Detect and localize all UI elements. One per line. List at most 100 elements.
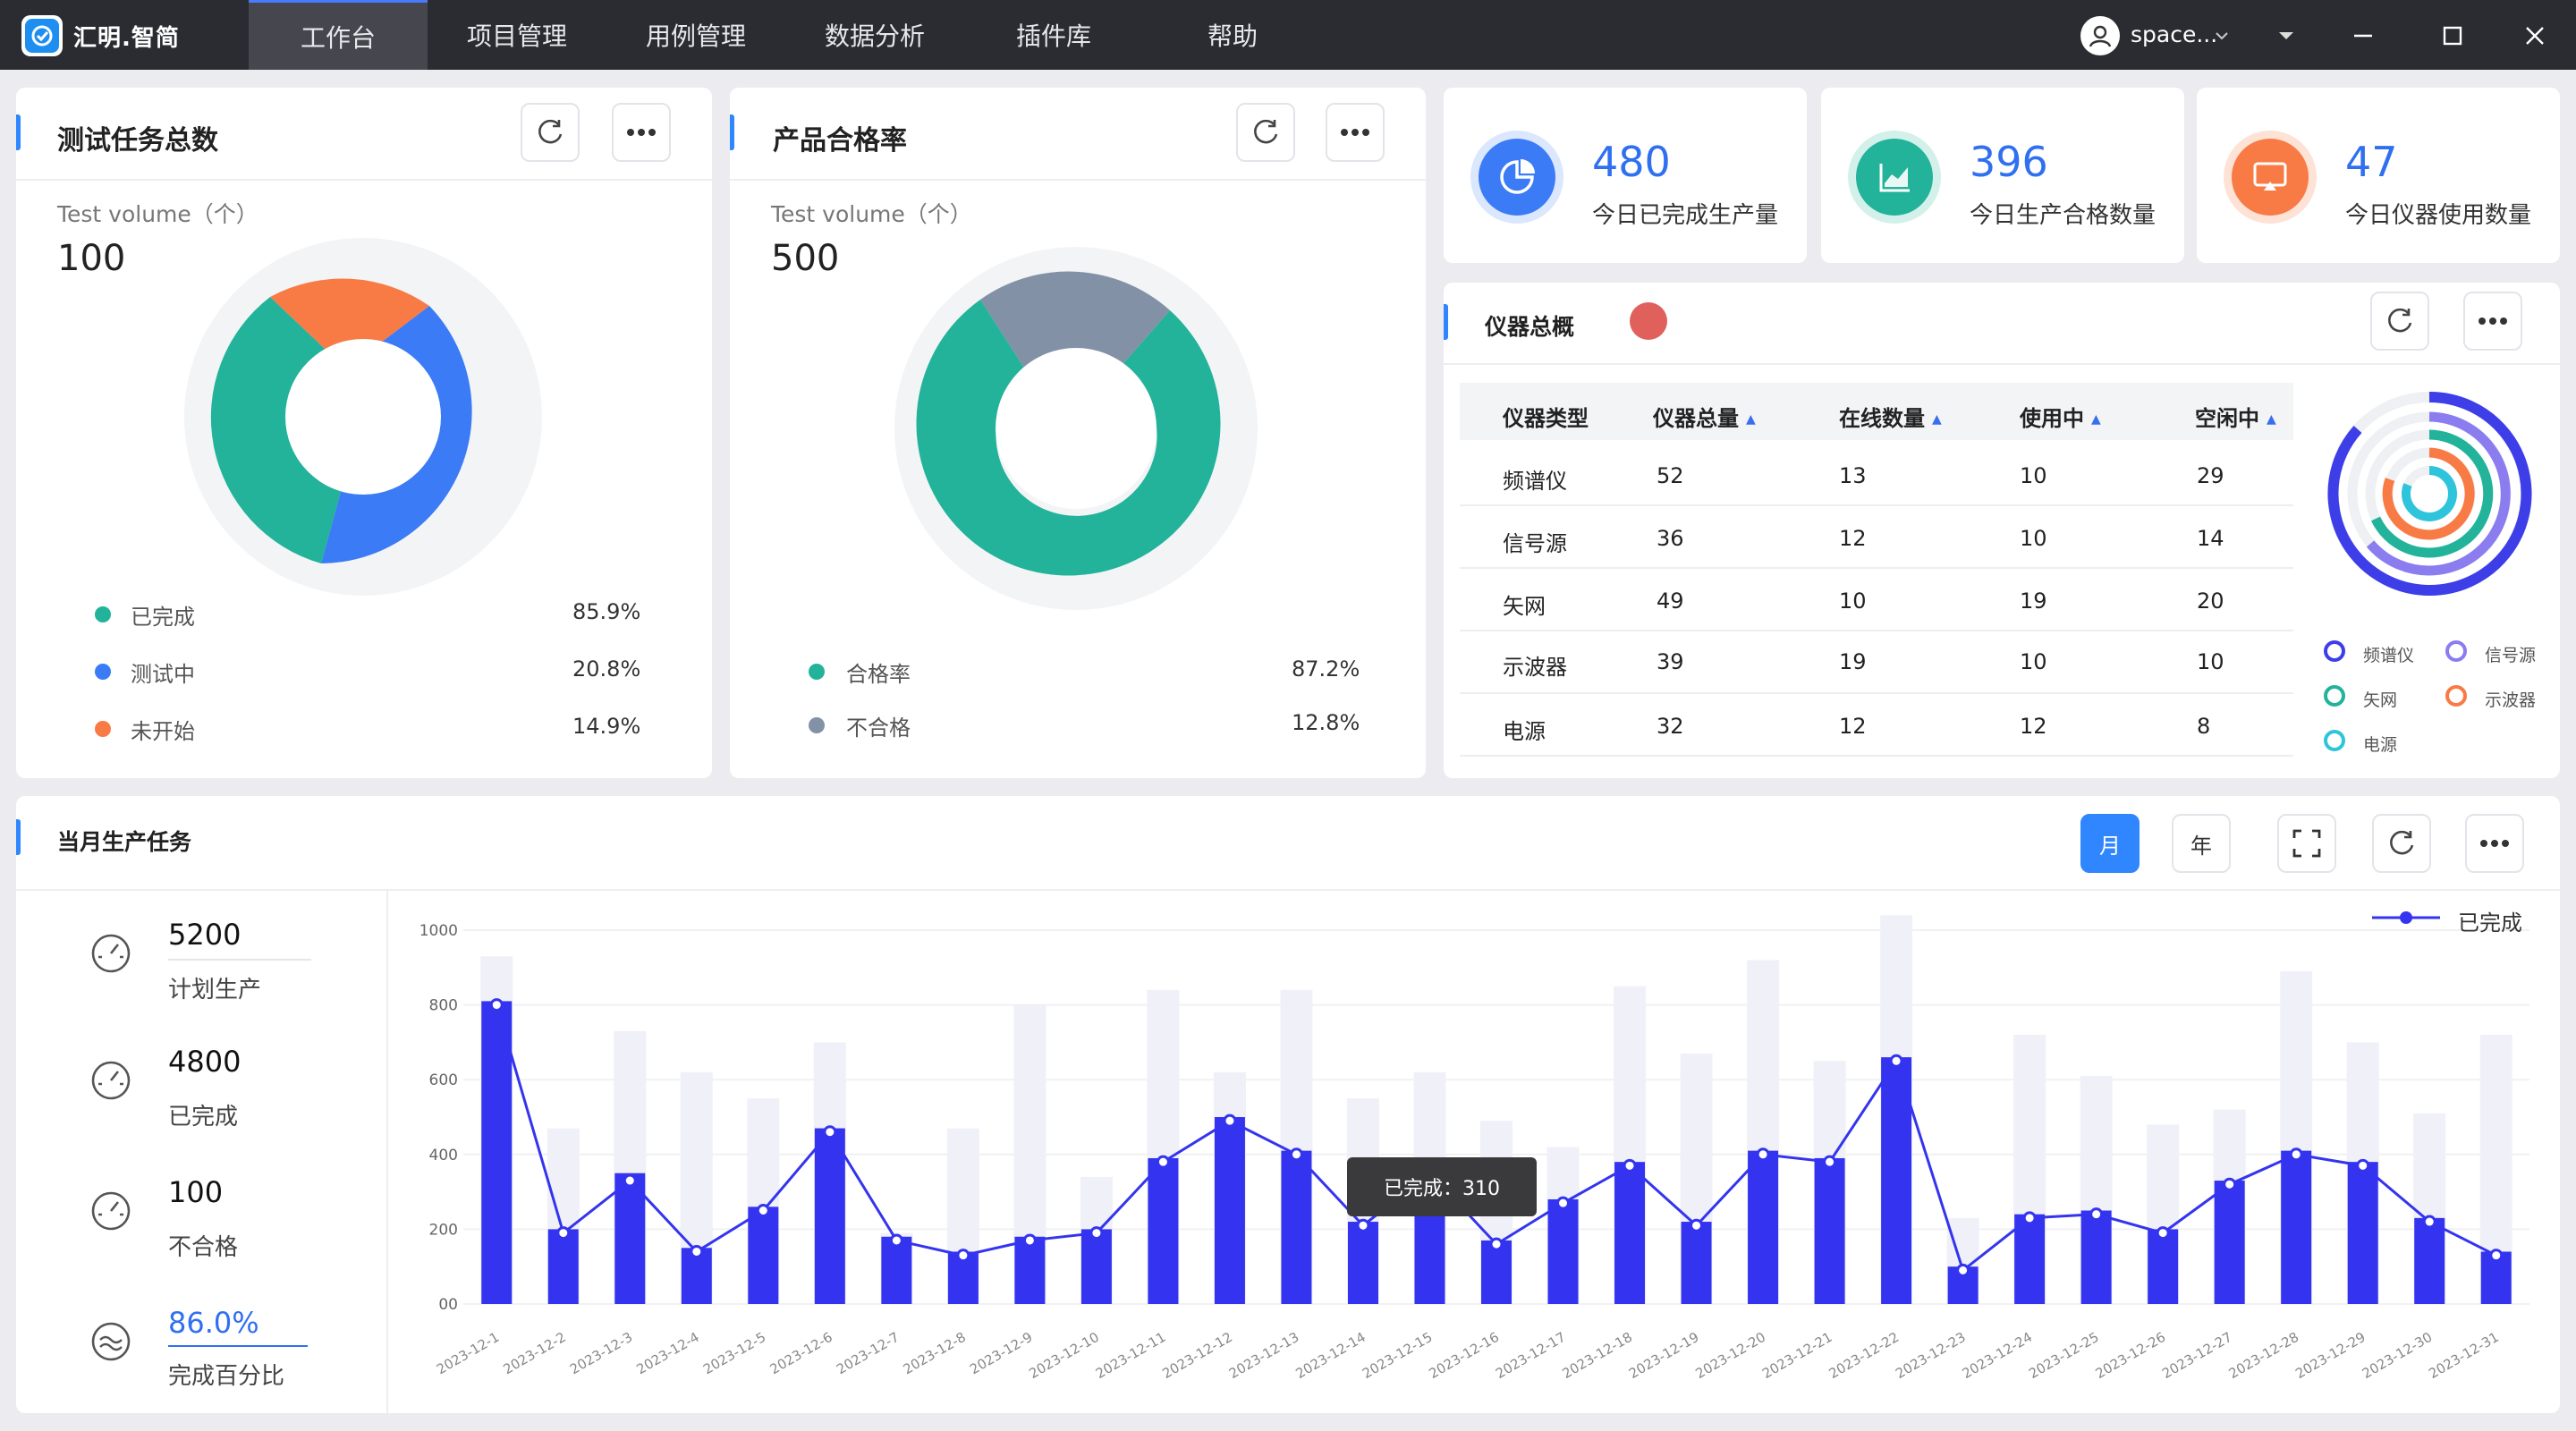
cell-online: 19	[1839, 649, 1867, 674]
more-button[interactable]	[1326, 103, 1385, 162]
more-button[interactable]	[612, 103, 671, 162]
fullscreen-button[interactable]	[2277, 814, 2336, 873]
y-tick-label: 1000	[419, 922, 458, 940]
col-idle[interactable]: 空闲中 ▲	[2195, 401, 2276, 432]
more-button[interactable]	[2463, 292, 2522, 351]
app-logo	[21, 15, 63, 56]
more-button[interactable]	[2465, 814, 2524, 873]
toggle-year-button[interactable]: 年	[2172, 814, 2231, 873]
chevron-down-icon[interactable]	[2211, 21, 2233, 50]
col-online[interactable]: 在线数量 ▲	[1839, 401, 1942, 432]
refresh-icon	[2388, 308, 2412, 333]
bar	[2347, 1162, 2378, 1304]
cell-inuse: 10	[2020, 649, 2047, 674]
bar	[748, 1207, 779, 1304]
user-avatar[interactable]	[2080, 16, 2120, 55]
cell-type: 电源	[1503, 719, 1546, 744]
top-bar: 汇明.智简 工作台 项目管理 用例管理 数据分析 插件库 帮助 space...	[0, 0, 2576, 70]
maximize-icon[interactable]	[2438, 21, 2467, 50]
legend-ring-power	[2324, 730, 2345, 751]
cell-idle: 10	[2197, 649, 2224, 674]
legend-ring-scope	[2445, 685, 2467, 707]
close-icon[interactable]	[2521, 21, 2549, 50]
x-tick-label: 2023-12-5	[700, 1329, 768, 1377]
line-point	[556, 1226, 571, 1240]
more-icon	[627, 129, 656, 136]
legend-label-pass: 合格率	[846, 662, 911, 687]
task-total-panel: 测试任务总数 Test volume（个） 100 已完成 85.9% 测试中 …	[16, 88, 712, 778]
cell-inuse: 10	[2020, 526, 2047, 551]
x-tick-label: 2023-12-28	[2226, 1329, 2302, 1382]
legend-ring-vna	[2324, 685, 2345, 707]
bar	[1148, 1157, 1179, 1304]
cell-type: 示波器	[1503, 655, 1567, 680]
nav-plugins[interactable]: 插件库	[964, 0, 1143, 70]
instrument-radial-chart	[2327, 391, 2532, 596]
x-tick-label: 2023-12-30	[2360, 1329, 2436, 1382]
bar	[1681, 1222, 1712, 1304]
user-name[interactable]: space...	[2131, 21, 2217, 47]
bar	[2214, 1181, 2245, 1304]
col-inuse[interactable]: 使用中 ▲	[2020, 401, 2101, 432]
col-total[interactable]: 仪器总量 ▲	[1653, 401, 1756, 432]
minimize-icon[interactable]	[2349, 21, 2377, 50]
line-point	[1223, 1113, 1237, 1128]
legend-label: 示波器	[2485, 690, 2537, 710]
nav-projects[interactable]: 项目管理	[428, 0, 606, 70]
cell-idle: 29	[2197, 463, 2224, 488]
refresh-button[interactable]	[1236, 103, 1295, 162]
nav-cases[interactable]: 用例管理	[606, 0, 785, 70]
toggle-month-button[interactable]: 月	[2080, 814, 2140, 873]
cell-online: 12	[1839, 714, 1867, 739]
legend-label: 矢网	[2363, 690, 2398, 710]
line-point	[2289, 1147, 2303, 1162]
x-tick-label: 2023-12-15	[1360, 1329, 1436, 1382]
legend-label-notstarted: 未开始	[131, 719, 195, 744]
bar	[547, 1229, 579, 1304]
x-tick-label: 2023-12-3	[567, 1329, 635, 1377]
line-point	[756, 1204, 770, 1217]
line-point	[2089, 1207, 2104, 1222]
line-point	[956, 1249, 970, 1263]
bar	[1347, 1222, 1378, 1304]
kpi-label-done: 已完成	[168, 1104, 239, 1130]
line-point	[690, 1244, 704, 1258]
legend-label: 频谱仪	[2363, 646, 2415, 665]
legend-ring-spectrum	[2324, 640, 2345, 662]
x-tick-label: 2023-12-7	[834, 1329, 902, 1377]
line-point	[2223, 1177, 2237, 1191]
line-point	[623, 1173, 637, 1188]
title-accent	[16, 114, 21, 150]
nav-help[interactable]: 帮助	[1143, 0, 1322, 70]
stat-icon-ring	[1470, 131, 1563, 224]
title-accent	[1444, 304, 1448, 340]
line-point	[1489, 1237, 1504, 1251]
gauge-icon	[91, 1191, 131, 1231]
refresh-button[interactable]	[521, 103, 580, 162]
cell-inuse: 19	[2020, 588, 2047, 614]
legend-label: 信号源	[2485, 646, 2537, 665]
bar	[2281, 1150, 2312, 1304]
sort-icon: ▲	[2091, 412, 2101, 427]
x-tick-label: 2023-12-10	[1026, 1329, 1102, 1382]
legend-value-fail: 12.8%	[1292, 710, 1360, 735]
cell-online: 10	[1839, 588, 1867, 614]
line-point	[489, 998, 504, 1012]
line-point	[823, 1125, 837, 1139]
line-point	[889, 1233, 903, 1248]
pass-rate-panel: 产品合格率 Test volume（个） 500 合格率 87.2% 不合格 1…	[730, 88, 1426, 778]
nav-analytics[interactable]: 数据分析	[785, 0, 964, 70]
x-tick-label: 2023-12-11	[1093, 1329, 1169, 1382]
sort-icon: ▲	[2267, 412, 2276, 427]
refresh-button[interactable]	[2372, 814, 2431, 873]
line-point	[1690, 1218, 1704, 1232]
legend-dot-done	[95, 606, 111, 622]
panel-title: 当月生产任务	[57, 829, 192, 855]
dropdown-caret-icon[interactable]	[2272, 21, 2301, 50]
x-tick-label: 2023-12-23	[1893, 1329, 1969, 1382]
title-accent	[16, 819, 21, 855]
x-tick-label: 2023-12-29	[2292, 1329, 2368, 1382]
refresh-button[interactable]	[2370, 292, 2429, 351]
monthly-tasks-panel: 当月生产任务 月 年 5200 计划生产 4800 已完成 100 不合格 86…	[16, 796, 2560, 1413]
nav-workbench[interactable]: 工作台	[249, 0, 428, 70]
